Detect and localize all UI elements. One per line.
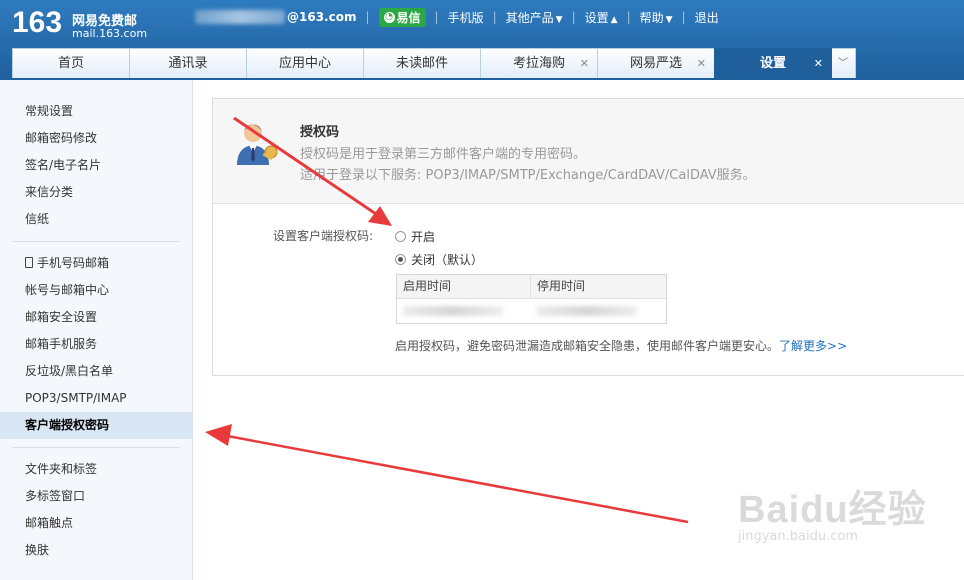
close-icon[interactable]: ✕ xyxy=(580,49,589,78)
help-menu[interactable]: 帮助 ▼ xyxy=(640,9,673,26)
baidu-watermark: Baidu经验 jingyan.baidu.com xyxy=(738,478,927,544)
sidebar-item-antispam[interactable]: 反垃圾/黑白名单 xyxy=(0,358,192,385)
blurred-value xyxy=(403,306,503,316)
sidebar-item-phone-mail[interactable]: 手机号码邮箱 xyxy=(0,250,192,277)
tab-unread[interactable]: 未读邮件 xyxy=(363,48,481,78)
auth-code-panel: 授权码 授权码是用于登录第三方邮件客户端的专用密码。 适用于登录以下服务: PO… xyxy=(212,98,964,376)
close-icon[interactable]: ✕ xyxy=(814,49,823,78)
tab-contacts[interactable]: 通讯录 xyxy=(129,48,247,78)
section-description: 授权码是用于登录第三方邮件客户端的专用密码。 xyxy=(300,147,587,162)
tab-bar: 首页 通讯录 应用中心 未读邮件 考拉海购 ✕ 网易严选 ✕ 设置 ✕ ﹀ xyxy=(12,48,856,78)
yixin-icon: ◔ xyxy=(383,11,395,23)
radio-disable[interactable]: 关闭（默认） xyxy=(395,251,483,268)
sidebar-item-security[interactable]: 邮箱安全设置 xyxy=(0,304,192,331)
chevron-down-icon: ▼ xyxy=(665,14,673,25)
column-start-time: 启用时间 xyxy=(397,275,531,298)
blurred-username xyxy=(195,10,285,24)
sidebar-item-folders[interactable]: 文件夹和标签 xyxy=(0,456,192,483)
tab-home[interactable]: 首页 xyxy=(12,48,130,78)
blurred-value xyxy=(537,306,637,316)
tab-yanxuan[interactable]: 网易严选 ✕ xyxy=(597,48,715,78)
top-header: 163 网易免费邮 mail.163.com @163.com | ◔ 易信 |… xyxy=(0,0,964,80)
logout-link[interactable]: 退出 xyxy=(695,9,719,26)
close-icon[interactable]: ✕ xyxy=(697,49,706,78)
top-nav: @163.com | ◔ 易信 | 手机版 | 其他产品 ▼ | 设置 ▲ | 帮助… xyxy=(195,6,719,28)
sidebar-item-password[interactable]: 邮箱密码修改 xyxy=(0,125,192,152)
watermark-brand: Baidu经验 xyxy=(738,489,927,531)
sidebar-divider xyxy=(12,447,180,448)
radio-unchecked xyxy=(395,231,406,242)
settings-menu[interactable]: 设置 ▲ xyxy=(585,9,618,26)
column-stop-time: 停用时间 xyxy=(537,279,586,293)
sidebar-item-mobile-service[interactable]: 邮箱手机服务 xyxy=(0,331,192,358)
learn-more-link[interactable]: 了解更多>> xyxy=(779,339,847,353)
mobile-version-link[interactable]: 手机版 xyxy=(448,9,484,26)
sidebar-item-client-auth[interactable]: 客户端授权密码 xyxy=(0,412,192,439)
tab-more-button[interactable]: ﹀ xyxy=(830,48,856,78)
sidebar-item-skin[interactable]: 换肤 xyxy=(0,537,192,564)
auth-note: 启用授权码，避免密码泄漏造成邮箱安全隐患，使用邮件客户端更安心。了解更多>> xyxy=(395,339,848,353)
tab-kaola[interactable]: 考拉海购 ✕ xyxy=(480,48,598,78)
chevron-down-icon: ﹀ xyxy=(838,58,848,69)
sidebar-item-touch[interactable]: 邮箱触点 xyxy=(0,510,192,537)
auth-time-table: 启用时间 停用时间 xyxy=(396,274,667,324)
yixin-button[interactable]: ◔ 易信 xyxy=(378,7,426,27)
sidebar-divider xyxy=(12,241,180,242)
tab-settings[interactable]: 设置 ✕ xyxy=(714,48,832,78)
chevron-up-icon: ▲ xyxy=(610,14,618,25)
sidebar-item-multitab[interactable]: 多标签窗口 xyxy=(0,483,192,510)
sidebar-item-stationery[interactable]: 信纸 xyxy=(0,206,192,233)
chevron-down-icon: ▼ xyxy=(555,14,563,25)
logo-number: 163 xyxy=(12,6,63,39)
settings-sidebar: 常规设置 邮箱密码修改 签名/电子名片 来信分类 信纸 手机号码邮箱 帐号与邮箱… xyxy=(0,80,193,580)
setting-label: 设置客户端授权码: xyxy=(273,229,374,243)
table-row xyxy=(397,299,666,323)
section-services: 适用于登录以下服务: POP3/IMAP/SMTP/Exchange/CardD… xyxy=(300,168,756,183)
user-key-icon xyxy=(237,124,278,165)
section-title: 授权码 xyxy=(300,125,340,140)
email-suffix[interactable]: @163.com xyxy=(287,10,356,24)
tab-app-center[interactable]: 应用中心 xyxy=(246,48,364,78)
radio-enable[interactable]: 开启 xyxy=(395,228,435,245)
logo-domain: mail.163.com xyxy=(72,27,148,40)
yixin-label: 易信 xyxy=(396,10,421,25)
panel-header: 授权码 授权码是用于登录第三方邮件客户端的专用密码。 适用于登录以下服务: PO… xyxy=(213,99,964,204)
sidebar-item-signature[interactable]: 签名/电子名片 xyxy=(0,152,192,179)
other-products-menu[interactable]: 其他产品 ▼ xyxy=(506,9,563,26)
phone-icon xyxy=(25,257,33,268)
sidebar-item-general[interactable]: 常规设置 xyxy=(0,98,192,125)
radio-checked xyxy=(395,254,406,265)
sidebar-item-pop3[interactable]: POP3/SMTP/IMAP xyxy=(0,385,192,412)
sidebar-item-account-center[interactable]: 帐号与邮箱中心 xyxy=(0,277,192,304)
sidebar-item-filters[interactable]: 来信分类 xyxy=(0,179,192,206)
